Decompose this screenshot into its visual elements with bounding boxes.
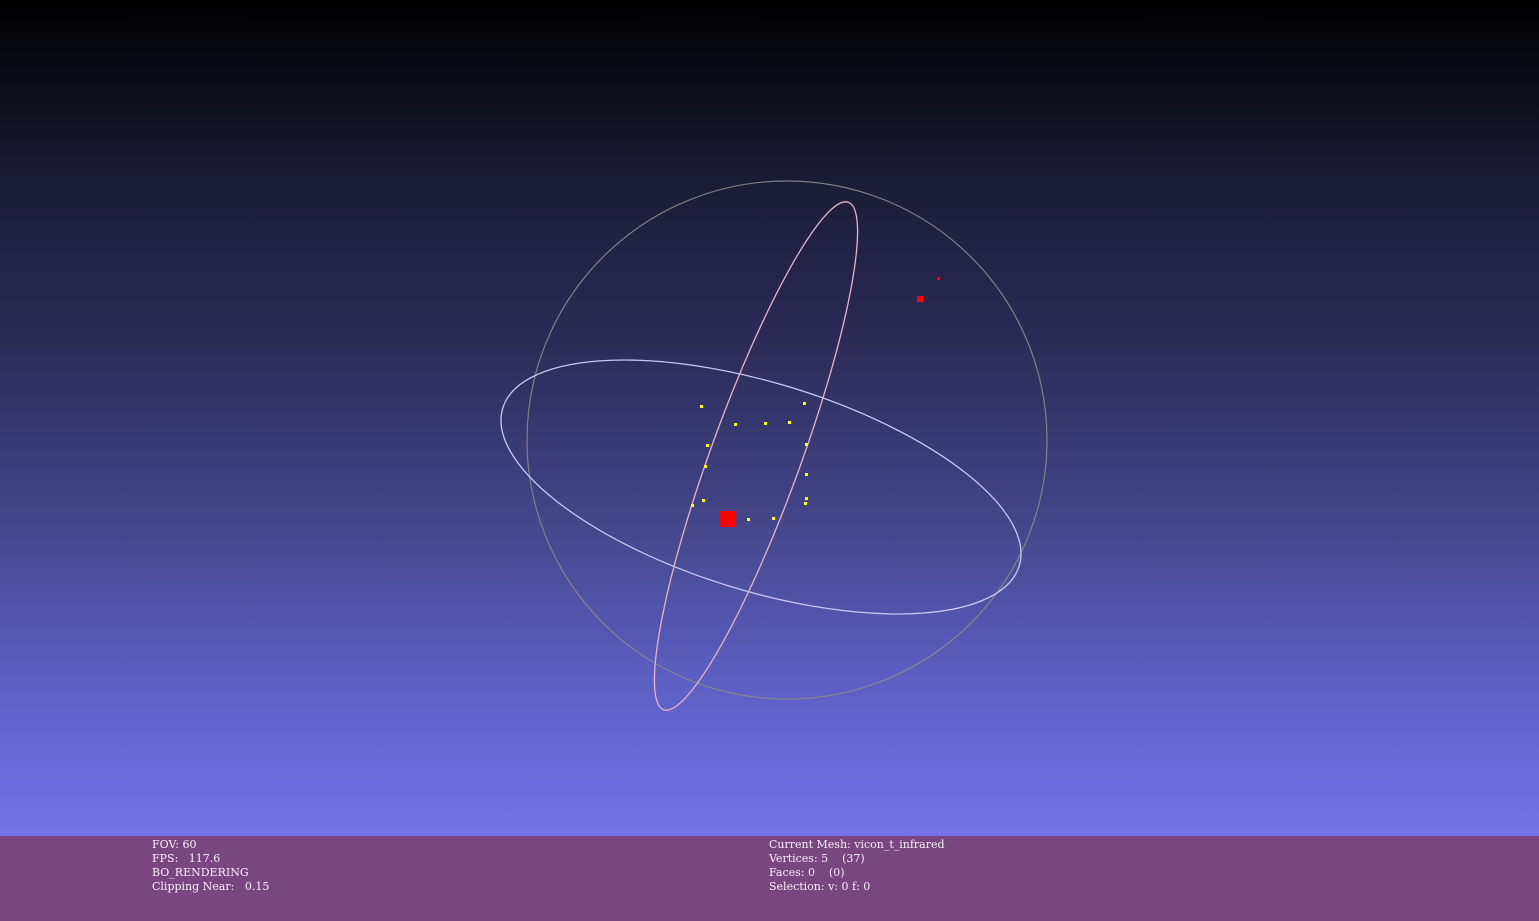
trackball-sphere-outline bbox=[526, 180, 1048, 700]
mesh-point bbox=[805, 443, 808, 446]
mesh-point bbox=[706, 444, 709, 447]
current-mesh-label: Current Mesh: vicon_t_infrared bbox=[769, 838, 945, 851]
trackball-ring-vertical bbox=[653, 201, 859, 711]
red-marker-small bbox=[937, 277, 940, 280]
red-markers bbox=[719, 277, 940, 527]
trackball[interactable] bbox=[472, 180, 1049, 725]
mesh-points bbox=[691, 402, 808, 521]
render-info: FOV: 60 FPS: 117.6 BO_RENDERING Clipping… bbox=[152, 838, 269, 894]
mesh-point bbox=[803, 402, 806, 405]
mesh-point bbox=[805, 497, 808, 500]
3d-viewport[interactable] bbox=[0, 0, 1539, 836]
rendering-mode-label: BO_RENDERING bbox=[152, 866, 249, 879]
mesh-point bbox=[772, 517, 775, 520]
mesh-point bbox=[788, 421, 791, 424]
info-bar: FOV: 60 FPS: 117.6 BO_RENDERING Clipping… bbox=[0, 836, 1539, 921]
selection-label: Selection: v: 0 f: 0 bbox=[769, 880, 871, 893]
mesh-point bbox=[804, 502, 807, 505]
red-marker-large bbox=[719, 511, 735, 527]
mesh-point bbox=[734, 423, 737, 426]
clipping-near-label: Clipping Near: 0.15 bbox=[152, 880, 270, 893]
mesh-point bbox=[702, 499, 705, 502]
red-marker-medium bbox=[917, 296, 923, 302]
mesh-point bbox=[691, 504, 694, 507]
faces-label: Faces: 0 (0) bbox=[769, 866, 845, 879]
mesh-info: Current Mesh: vicon_t_infrared Vertices:… bbox=[769, 838, 945, 894]
mesh-point bbox=[747, 518, 750, 521]
vertices-label: Vertices: 5 (37) bbox=[769, 852, 865, 865]
mesh-point bbox=[700, 405, 703, 408]
fov-label: FOV: 60 bbox=[152, 838, 197, 851]
mesh-point bbox=[704, 465, 707, 468]
mesh-point bbox=[805, 473, 808, 476]
trackball-ring-horizontal bbox=[500, 359, 1022, 615]
fps-label: FPS: 117.6 bbox=[152, 852, 221, 865]
mesh-point bbox=[764, 422, 767, 425]
scene-canvas[interactable] bbox=[0, 0, 1539, 836]
